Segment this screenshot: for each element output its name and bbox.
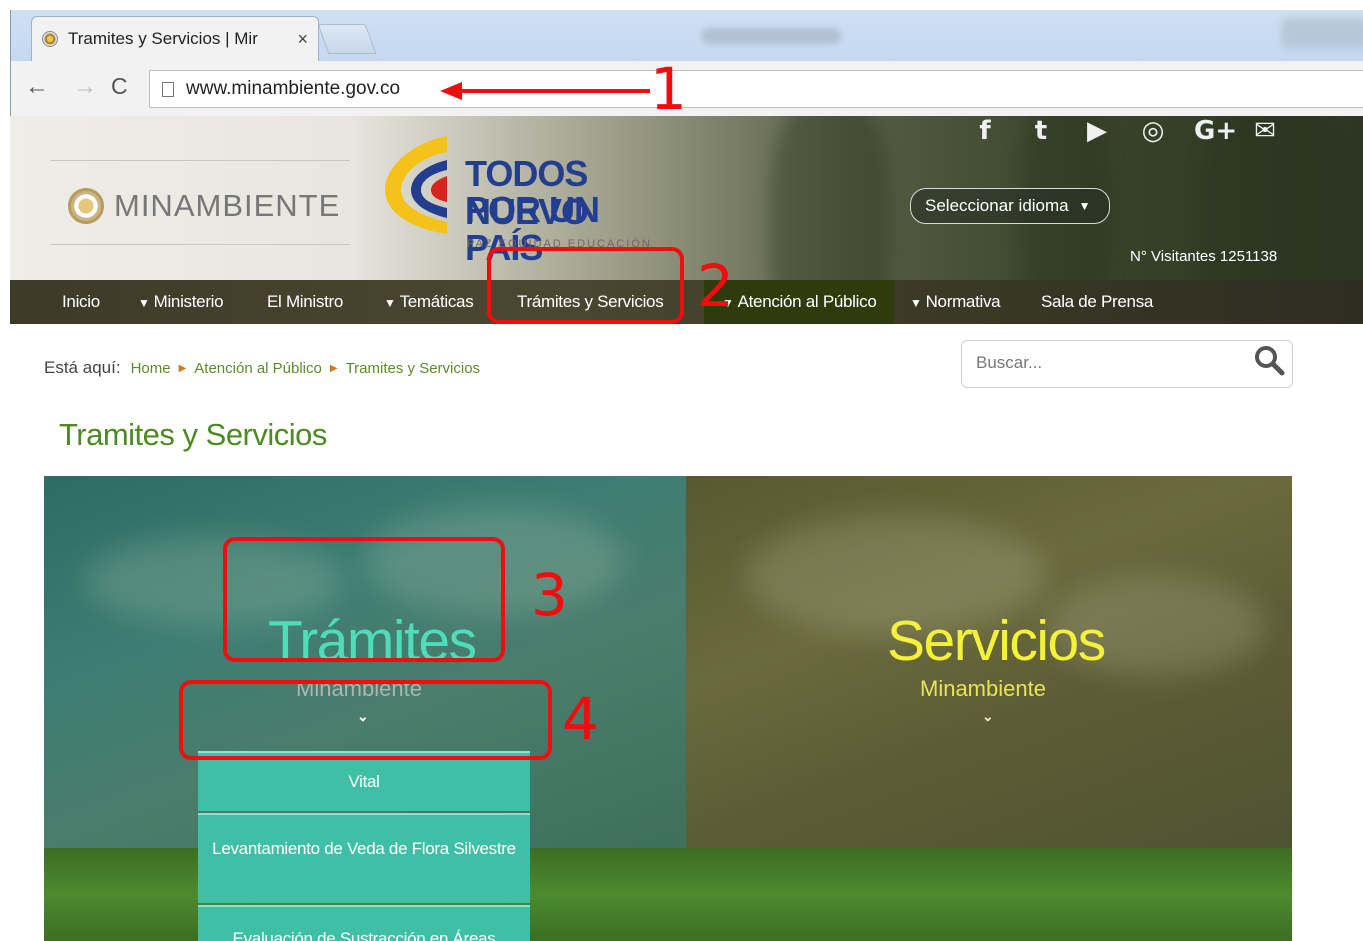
- annotation-number-2: 2: [697, 252, 734, 320]
- blurred-window-controls: [1281, 18, 1363, 48]
- language-select-label: Seleccionar idioma: [925, 196, 1069, 215]
- instagram-icon[interactable]: ◎: [1138, 116, 1168, 146]
- nav-item-ministerio[interactable]: ▼ Ministerio: [138, 280, 224, 324]
- minambiente-favicon-icon: [42, 31, 58, 47]
- forward-arrow-icon[interactable]: →: [73, 73, 97, 101]
- nav-item-el-ministro[interactable]: El Ministro: [267, 280, 343, 324]
- nav-label: Temáticas: [399, 292, 474, 311]
- nav-item-normativa[interactable]: ▼ Normativa: [910, 280, 1001, 324]
- servicios-title[interactable]: Servicios: [887, 608, 1106, 674]
- language-select[interactable]: Seleccionar idioma ▼: [910, 188, 1110, 224]
- annotation-number-3: 3: [531, 561, 568, 629]
- annotation-arrow: [440, 82, 650, 100]
- dropdown-item-vital[interactable]: Vital: [198, 751, 530, 811]
- brand-name[interactable]: MINAMBIENTE: [114, 188, 340, 224]
- caret-down-icon: ▼: [138, 296, 150, 310]
- url-text[interactable]: www.minambiente.gov.co: [186, 78, 400, 100]
- blurred-window-title: [701, 28, 841, 44]
- nav-label: Atención al Público: [737, 292, 877, 311]
- browser-tab[interactable]: Tramites y Servicios | Mir ×: [31, 16, 319, 61]
- breadcrumb-separator-icon: ▶: [178, 362, 187, 374]
- tramites-dropdown: Vital Levantamiento de Veda de Flora Sil…: [198, 751, 530, 941]
- browser-toolbar: ← → C www.minambiente.gov.co: [11, 61, 1363, 116]
- logo-divider: [50, 244, 350, 245]
- back-arrow-icon[interactable]: ←: [25, 73, 49, 101]
- search-input[interactable]: [976, 353, 1236, 373]
- servicios-subtitle: Minambiente: [920, 676, 1046, 701]
- page-title: Tramites y Servicios: [59, 417, 327, 452]
- email-icon[interactable]: ✉: [1250, 116, 1280, 146]
- nav-item-tematicas[interactable]: ▼ Temáticas: [384, 280, 474, 324]
- google-plus-icon[interactable]: G+: [1194, 116, 1237, 146]
- youtube-icon[interactable]: ▶: [1082, 116, 1112, 146]
- nav-label: El Ministro: [267, 292, 344, 311]
- dropdown-item-veda-flora[interactable]: Levantamiento de Veda de Flora Silvestre: [198, 813, 530, 903]
- page-icon: [162, 81, 174, 97]
- new-tab-button[interactable]: [317, 24, 377, 54]
- tab-title: Tramites y Servicios | Mir: [68, 29, 258, 48]
- annotation-number-1: 1: [650, 55, 687, 123]
- todos-por-un-nuevo-pais-logo: TODOS POR UN NUEVO PAÍS PAZ EQUIDAD EDUC…: [365, 116, 660, 266]
- annotation-box-2: [487, 247, 684, 324]
- nav-label: Ministerio: [153, 292, 224, 311]
- flag-swoosh-icon: [385, 136, 447, 234]
- breadcrumb-home[interactable]: Home: [131, 360, 171, 377]
- caret-down-icon: ▼: [1078, 199, 1091, 213]
- nav-item-sala-prensa[interactable]: Sala de Prensa: [1041, 280, 1153, 324]
- nav-item-inicio[interactable]: Inicio: [62, 280, 100, 324]
- main-nav: Inicio ▼ Ministerio El Ministro ▼ Temática…: [10, 280, 1363, 324]
- breadcrumb-separator-icon: ▶: [329, 362, 338, 374]
- reload-icon[interactable]: C: [111, 73, 128, 100]
- chevron-down-icon[interactable]: ⌄: [982, 708, 994, 725]
- visitor-counter: N° Visitantes 1251138: [1130, 248, 1278, 265]
- breadcrumb-label: Está aquí:: [44, 358, 121, 377]
- address-bar[interactable]: www.minambiente.gov.co: [149, 70, 1363, 108]
- facebook-icon[interactable]: f: [970, 116, 1000, 146]
- breadcrumb: Está aquí: Home ▶ Atención al Público ▶ …: [44, 358, 480, 378]
- breadcrumb-atencion[interactable]: Atención al Público: [194, 360, 322, 377]
- breadcrumb-current[interactable]: Tramites y Servicios: [346, 360, 480, 377]
- colombia-seal-icon: [68, 188, 104, 224]
- caret-down-icon: ▼: [384, 296, 396, 310]
- annotation-number-4: 4: [562, 685, 599, 753]
- social-links: f t ▶ ◎ G+ ✉: [970, 116, 1280, 146]
- annotation-box-4: [179, 680, 552, 760]
- nav-label: Inicio: [62, 292, 100, 311]
- search-box: [961, 340, 1293, 388]
- tab-close-icon[interactable]: ×: [297, 29, 308, 50]
- dropdown-item-sustraccion[interactable]: Evaluación de Sustracción en Áreas: [198, 905, 530, 941]
- twitter-icon[interactable]: t: [1026, 116, 1056, 146]
- caret-down-icon: ▼: [910, 296, 922, 310]
- nav-label: Normativa: [925, 292, 1001, 311]
- logo-divider: [50, 160, 350, 161]
- annotation-box-3: [223, 537, 505, 662]
- search-icon[interactable]: [1250, 342, 1290, 382]
- nav-label: Sala de Prensa: [1041, 292, 1154, 311]
